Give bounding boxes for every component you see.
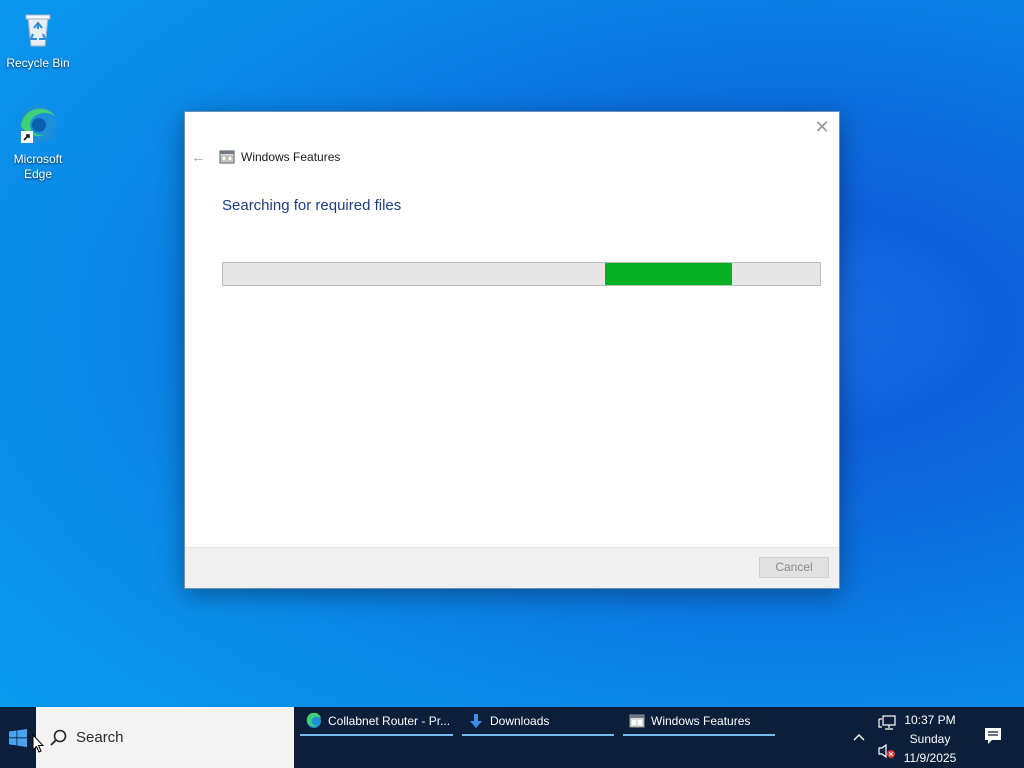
recycle-bin-icon: [25, 14, 51, 47]
desktop-icon-recycle-bin[interactable]: Recycle Bin: [0, 6, 76, 71]
taskbar-button-label: Downloads: [490, 713, 550, 728]
taskbar-button-windows-features[interactable]: Windows Features: [623, 707, 775, 736]
status-heading: Searching for required files: [222, 197, 402, 214]
windows-features-dialog: ✕ ← Windows Features Searching for requi…: [184, 111, 840, 589]
clock-date: 11/9/2025: [903, 751, 957, 765]
taskbar-button-label: Windows Features: [651, 713, 751, 728]
action-center-icon[interactable]: [984, 727, 1002, 745]
desktop-icon-label: Recycle Bin: [6, 56, 70, 70]
search-icon: [50, 729, 67, 746]
clock-day: Sunday: [909, 732, 951, 746]
windows-features-icon: [629, 714, 645, 727]
progress-bar: [222, 262, 821, 286]
close-button[interactable]: ✕: [813, 118, 831, 136]
search-label: Search: [76, 729, 124, 746]
windows-features-icon: [219, 150, 235, 164]
taskbar-button-collabnet-router[interactable]: Collabnet Router - Pr...: [300, 707, 453, 736]
taskbar-button-downloads[interactable]: Downloads: [462, 707, 614, 736]
dialog-footer: Cancel: [185, 547, 839, 588]
close-icon: ✕: [814, 117, 830, 137]
clock-time: 10:37 PM: [904, 713, 956, 727]
clock[interactable]: 10:37 PM Sunday 11/9/2025: [900, 711, 960, 768]
start-button[interactable]: [0, 707, 36, 768]
network-icon[interactable]: [878, 715, 896, 731]
back-arrow-icon[interactable]: ←: [191, 149, 207, 166]
system-tray: 10:37 PM Sunday 11/9/2025: [844, 707, 1024, 768]
edge-icon: [306, 712, 321, 728]
desktop-icon-label: Microsoft Edge: [13, 152, 63, 181]
desktop-icon-microsoft-edge[interactable]: Microsoft Edge: [0, 102, 76, 182]
progress-marquee-chunk: [605, 263, 732, 285]
cancel-button[interactable]: Cancel: [759, 557, 829, 578]
dialog-title: Windows Features: [241, 150, 341, 164]
dialog-header: ← Windows Features: [191, 148, 340, 166]
download-arrow-icon: [470, 713, 482, 728]
search-box[interactable]: Search: [36, 707, 294, 768]
chevron-up-icon[interactable]: [852, 731, 866, 745]
volume-muted-icon[interactable]: [878, 743, 896, 759]
windows-logo-icon: [9, 728, 27, 747]
taskbar-button-label: Collabnet Router - Pr...: [328, 713, 451, 728]
edge-icon: [19, 105, 57, 143]
mouse-pointer-icon: [32, 734, 44, 753]
taskbar: Search Collabnet Router - Pr... Download…: [0, 707, 1024, 768]
